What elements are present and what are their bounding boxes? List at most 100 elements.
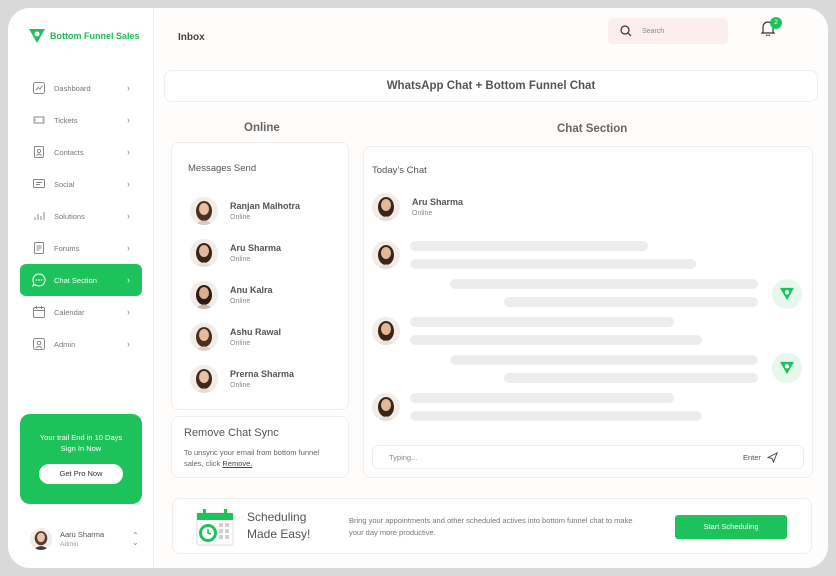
message-placeholder-line xyxy=(410,317,674,327)
admin-icon xyxy=(32,337,46,351)
sidebar-item-forums[interactable]: Forums › xyxy=(20,232,142,264)
contact-status: Online xyxy=(230,382,251,389)
avatar xyxy=(190,323,218,351)
messages-send-card: Messages Send Ranjan Malhotra Online Aru … xyxy=(171,142,349,410)
chat-section-title: Chat Section xyxy=(557,123,628,135)
notification-count-badge: 2 xyxy=(770,17,782,29)
contact-status: Online xyxy=(230,298,251,305)
user-profile[interactable]: Aaru Sharma Admin ⌃ ⌄ xyxy=(30,528,139,550)
chat-integration-banner: WhatsApp Chat + Bottom Funnel Chat xyxy=(164,70,818,102)
calendar-icon xyxy=(32,305,46,319)
contact-item[interactable]: Prerna Sharma Online xyxy=(190,365,294,393)
start-scheduling-button[interactable]: Start Scheduling xyxy=(675,515,787,539)
contact-item[interactable]: Anu Kalra Online xyxy=(190,281,273,309)
send-button[interactable]: Enter xyxy=(743,452,778,463)
message-placeholder-line xyxy=(504,297,758,307)
search-box[interactable]: Search xyxy=(608,18,728,44)
chat-panel: Today’s Chat Aru Sharma Online Typing...… xyxy=(363,146,813,478)
sidebar-item-label: Calendar xyxy=(54,307,85,317)
message-placeholder-line xyxy=(410,411,702,421)
bot-avatar xyxy=(772,353,802,383)
promo-line-1: Your trail End in 10 Days xyxy=(39,433,123,442)
message-input-placeholder: Typing... xyxy=(389,453,418,462)
scheduling-description: Bring your appointments and other schedu… xyxy=(349,516,633,537)
remove-chat-sync-text: To unsync your email from bottom funnel … xyxy=(184,447,334,469)
sidebar-item-label: Dashboard xyxy=(54,83,91,93)
sidebar-item-calendar[interactable]: Calendar › xyxy=(20,296,142,328)
chat-contact-status: Online xyxy=(412,210,433,217)
remove-chat-sync-title: Remove Chat Sync xyxy=(184,427,279,439)
chevron-right-icon: › xyxy=(127,147,130,157)
send-icon xyxy=(766,452,778,463)
expand-toggle-icon[interactable]: ⌃ ⌄ xyxy=(132,532,139,547)
contact-status: Online xyxy=(230,340,251,347)
avatar xyxy=(190,239,218,267)
sidebar-item-admin[interactable]: Admin › xyxy=(20,328,142,360)
chat-contact-name: Aru Sharma xyxy=(412,197,464,207)
chevron-right-icon: › xyxy=(127,307,130,317)
sidebar-item-label: Social xyxy=(54,179,75,189)
solutions-icon xyxy=(32,209,46,223)
avatar xyxy=(30,528,52,550)
app-window: Bottom Funnel Sales Dashboard › Tickets … xyxy=(8,8,828,568)
contact-name: Prerna Sharma xyxy=(230,369,295,379)
bot-avatar xyxy=(772,279,802,309)
contact-name: Ranjan Malhotra xyxy=(230,201,301,211)
chat-contact-header[interactable]: Aru Sharma Online xyxy=(372,193,463,221)
brand-name: Bottom Funnel Sales xyxy=(50,31,140,41)
scheduling-card: Scheduling Made Easy! Bring your appoint… xyxy=(172,498,812,554)
avatar xyxy=(372,393,400,421)
brand-logo[interactable]: Bottom Funnel Sales xyxy=(28,28,140,44)
main-content: Inbox Search 2 WhatsApp Chat + Bottom Fu… xyxy=(154,8,828,568)
sidebar-item-tickets[interactable]: Tickets › xyxy=(20,104,142,136)
sidebar-item-contacts[interactable]: Contacts › xyxy=(20,136,142,168)
sidebar-item-label: Contacts xyxy=(54,147,84,157)
message-placeholder-line xyxy=(450,279,758,289)
sidebar-item-label: Solutions xyxy=(54,211,85,221)
chevron-right-icon: › xyxy=(127,211,130,221)
notifications-button[interactable]: 2 xyxy=(760,17,782,41)
user-name: Aaru Sharma xyxy=(60,530,105,539)
page-title: Inbox xyxy=(178,32,205,43)
sidebar-item-solutions[interactable]: Solutions › xyxy=(20,200,142,232)
message-placeholder-line xyxy=(410,241,648,251)
remove-link[interactable]: Remove. xyxy=(222,459,252,468)
chevron-right-icon: › xyxy=(127,179,130,189)
contact-name: Ashu Rawal xyxy=(230,327,282,337)
sidebar-item-label: Admin xyxy=(54,339,76,349)
todays-chat-title: Today’s Chat xyxy=(372,165,427,176)
calendar-clock-icon xyxy=(196,509,234,546)
promo-line-2[interactable]: Sign In Now xyxy=(20,443,142,454)
get-pro-button[interactable]: Get Pro Now xyxy=(39,464,123,484)
contact-status: Online xyxy=(230,256,251,263)
logo-icon xyxy=(29,29,45,43)
sidebar-item-dashboard[interactable]: Dashboard › xyxy=(20,72,142,104)
logo-icon xyxy=(780,287,794,301)
message-input[interactable]: Typing... Enter xyxy=(372,445,804,469)
chevron-right-icon: › xyxy=(127,83,130,93)
ticket-icon xyxy=(32,113,46,127)
message-placeholder-line xyxy=(410,393,674,403)
contacts-icon xyxy=(32,145,46,159)
scheduling-heading: Scheduling Made Easy! xyxy=(247,509,310,543)
contact-item[interactable]: Ashu Rawal Online xyxy=(190,323,281,351)
sidebar-item-chat-section[interactable]: Chat Section › xyxy=(20,264,142,296)
sidebar-nav: Dashboard › Tickets › Contacts › Social … xyxy=(20,72,142,360)
scheduling-heading-line-1: Scheduling xyxy=(247,510,307,524)
avatar xyxy=(372,193,400,221)
search-input[interactable]: Search xyxy=(642,28,664,35)
contact-item[interactable]: Ranjan Malhotra Online xyxy=(190,197,300,225)
remove-chat-sync-card: Remove Chat Sync To unsync your email fr… xyxy=(171,416,349,478)
online-section-title: Online xyxy=(244,122,280,134)
contact-item[interactable]: Aru Sharma Online xyxy=(190,239,281,267)
message-placeholder-line xyxy=(504,373,758,383)
chevron-right-icon: › xyxy=(127,275,130,285)
chat-icon xyxy=(32,273,46,287)
logo-icon xyxy=(780,361,794,375)
sidebar: Bottom Funnel Sales Dashboard › Tickets … xyxy=(8,8,154,568)
contact-status: Online xyxy=(230,214,251,221)
sidebar-item-social[interactable]: Social › xyxy=(20,168,142,200)
message-placeholder-line xyxy=(410,335,702,345)
sidebar-item-label: Forums xyxy=(54,243,80,253)
avatar xyxy=(372,317,400,345)
